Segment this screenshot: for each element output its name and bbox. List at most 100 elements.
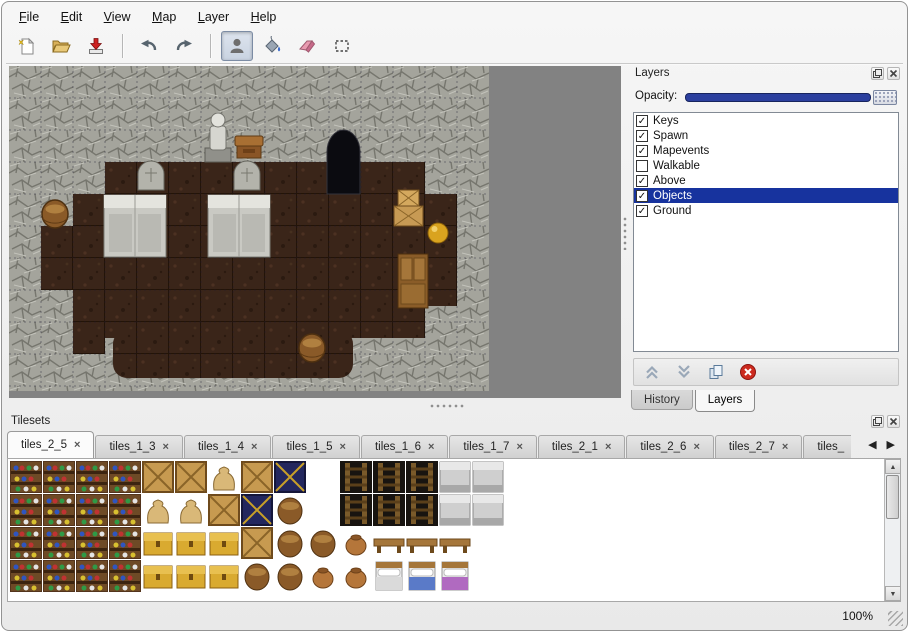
resize-grip[interactable] bbox=[888, 611, 903, 626]
tileset-tab-tiles_1_6[interactable]: tiles_1_6 × bbox=[361, 435, 448, 458]
opacity-label: Opacity: bbox=[635, 90, 677, 102]
tileset-tab-tiles_2_6[interactable]: tiles_2_6 × bbox=[626, 435, 713, 458]
tab-label: tiles_1_4 bbox=[198, 441, 244, 453]
float-icon bbox=[872, 416, 883, 427]
menu-layer[interactable]: Layer bbox=[189, 7, 238, 27]
delete-layer-button[interactable] bbox=[736, 361, 760, 383]
open-button[interactable] bbox=[45, 31, 77, 61]
menu-map[interactable]: Map bbox=[143, 7, 185, 27]
map-image[interactable] bbox=[9, 66, 489, 391]
eraser-icon bbox=[297, 36, 317, 56]
tab-label: tiles_2_1 bbox=[552, 441, 598, 453]
duplicate-layer-button[interactable] bbox=[704, 361, 728, 383]
layer-row-above[interactable]: ✓ Above bbox=[634, 173, 898, 188]
close-icon bbox=[888, 68, 899, 79]
splitter-grip bbox=[429, 404, 465, 408]
menu-file[interactable]: File bbox=[10, 7, 48, 27]
tab-close-icon[interactable]: × bbox=[693, 442, 699, 453]
layer-name: Mapevents bbox=[653, 145, 709, 157]
layer-name: Keys bbox=[653, 115, 679, 127]
scroll-down-button[interactable]: ▼ bbox=[885, 586, 901, 601]
place-character-tool-button[interactable] bbox=[221, 31, 253, 61]
layer-row-objects[interactable]: ✓ Objects bbox=[634, 188, 898, 203]
tileset-tab-tiles_1_5[interactable]: tiles_1_5 × bbox=[272, 435, 359, 458]
opacity-slider-handle[interactable] bbox=[873, 90, 897, 105]
paint-bucket-icon bbox=[262, 36, 282, 56]
stone-slab-left bbox=[104, 195, 166, 257]
layer-checkbox[interactable] bbox=[636, 160, 648, 172]
tab-close-icon[interactable]: × bbox=[605, 442, 611, 453]
new-file-button[interactable] bbox=[10, 31, 42, 61]
close-panel-button[interactable] bbox=[887, 415, 900, 428]
layer-checkbox[interactable]: ✓ bbox=[636, 145, 648, 157]
map-canvas[interactable] bbox=[9, 66, 621, 398]
tileset-view[interactable]: ▲ ▼ bbox=[7, 458, 901, 602]
menu-help[interactable]: Help bbox=[242, 7, 286, 27]
tileset-tab-tiles_2_5[interactable]: tiles_2_5 × bbox=[7, 431, 94, 458]
tileset-tab-clipped[interactable]: tiles_ × bbox=[803, 435, 851, 458]
splitter-grip bbox=[623, 216, 627, 250]
tileset-tab-tiles_1_4[interactable]: tiles_1_4 × bbox=[184, 435, 271, 458]
tab-close-icon[interactable]: × bbox=[251, 442, 257, 453]
scrollbar-thumb[interactable] bbox=[886, 475, 899, 519]
tileset-vertical-scrollbar[interactable]: ▲ ▼ bbox=[884, 459, 900, 601]
tab-close-icon[interactable]: × bbox=[74, 440, 80, 451]
layer-row-ground[interactable]: ✓ Ground bbox=[634, 203, 898, 218]
undo-button[interactable] bbox=[133, 31, 165, 61]
tab-close-icon[interactable]: × bbox=[516, 442, 522, 453]
raise-layer-icon bbox=[643, 363, 661, 381]
tileset-tab-tiles_1_7[interactable]: tiles_1_7 × bbox=[449, 435, 536, 458]
float-panel-button[interactable] bbox=[871, 415, 884, 428]
toolbar-separator bbox=[122, 34, 123, 58]
tileset-tab-tiles_2_1[interactable]: tiles_2_1 × bbox=[538, 435, 625, 458]
tab-close-icon[interactable]: × bbox=[782, 442, 788, 453]
close-panel-button[interactable] bbox=[887, 67, 900, 80]
horizontal-splitter[interactable] bbox=[9, 399, 621, 412]
layer-row-walkable[interactable]: Walkable bbox=[634, 158, 898, 173]
menu-edit[interactable]: Edit bbox=[52, 7, 92, 27]
tileset-image[interactable] bbox=[10, 461, 538, 593]
layer-checkbox[interactable]: ✓ bbox=[636, 130, 648, 142]
layer-row-mapevents[interactable]: ✓ Mapevents bbox=[634, 143, 898, 158]
eraser-tool-button[interactable] bbox=[291, 31, 323, 61]
cave-door bbox=[327, 130, 360, 194]
lower-layer-button[interactable] bbox=[672, 361, 696, 383]
layer-checkbox[interactable]: ✓ bbox=[636, 175, 648, 187]
tileset-tab-tiles_1_3[interactable]: tiles_1_3 × bbox=[95, 435, 182, 458]
crates bbox=[394, 190, 423, 226]
layer-checkbox[interactable]: ✓ bbox=[636, 205, 648, 217]
fill-tool-button[interactable] bbox=[256, 31, 288, 61]
undo-icon bbox=[139, 36, 159, 56]
vertical-splitter[interactable] bbox=[621, 66, 629, 398]
menu-view[interactable]: View bbox=[95, 7, 140, 27]
person-icon bbox=[227, 36, 247, 56]
layer-list[interactable]: ✓ Keys ✓ Spawn ✓ Mapevents Walkable ✓ Ab… bbox=[633, 112, 899, 352]
redo-button[interactable] bbox=[168, 31, 200, 61]
tab-close-icon[interactable]: × bbox=[340, 442, 346, 453]
tab-close-icon[interactable]: × bbox=[428, 442, 434, 453]
tab-label: tiles_1_6 bbox=[375, 441, 421, 453]
main-toolbar bbox=[10, 29, 358, 63]
tab-scroll-right-button[interactable]: ▶ bbox=[887, 438, 895, 451]
scroll-up-button[interactable]: ▲ bbox=[885, 459, 901, 474]
selection-rect-icon bbox=[332, 36, 352, 56]
lower-layer-icon bbox=[675, 363, 693, 381]
layers-panel-titlebar: Layers bbox=[629, 66, 903, 82]
barrel bbox=[299, 334, 325, 362]
layer-row-keys[interactable]: ✓ Keys bbox=[634, 113, 898, 128]
tab-close-icon[interactable]: × bbox=[163, 442, 169, 453]
tileset-tab-tiles_2_7[interactable]: tiles_2_7 × bbox=[715, 435, 802, 458]
rect-select-tool-button[interactable] bbox=[326, 31, 358, 61]
tab-scroll-left-button[interactable]: ◀ bbox=[868, 438, 876, 451]
save-button[interactable] bbox=[80, 31, 112, 61]
tab-history[interactable]: History bbox=[631, 390, 693, 410]
opacity-slider[interactable] bbox=[685, 93, 871, 102]
layer-row-spawn[interactable]: ✓ Spawn bbox=[634, 128, 898, 143]
tab-label: tiles_1_5 bbox=[286, 441, 332, 453]
tab-layers[interactable]: Layers bbox=[695, 390, 756, 412]
tilesets-panel: Tilesets tiles_2_5 × bbox=[5, 414, 903, 604]
layer-checkbox[interactable]: ✓ bbox=[636, 115, 648, 127]
raise-layer-button[interactable] bbox=[640, 361, 664, 383]
float-panel-button[interactable] bbox=[871, 67, 884, 80]
layer-checkbox[interactable]: ✓ bbox=[636, 190, 648, 202]
